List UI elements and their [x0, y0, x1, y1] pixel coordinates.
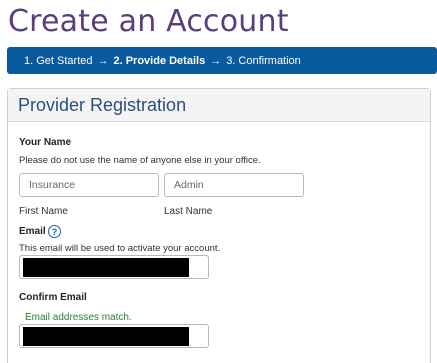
first-name-label: First Name [19, 206, 68, 217]
email-match-status: Email addresses match. [25, 312, 132, 323]
step-get-started: 1. Get Started [24, 54, 93, 67]
redacted-email [23, 258, 189, 277]
page-title: Create an Account [8, 4, 289, 39]
first-name-input[interactable] [19, 173, 159, 197]
redacted-confirm-email [23, 327, 189, 346]
your-name-help: Please do not use the name of anyone els… [19, 155, 261, 166]
confirm-email-label: Confirm Email [19, 292, 87, 303]
registration-panel: Provider Registration Your Name Please d… [7, 88, 431, 363]
step-arrow-icon: → [97, 54, 109, 67]
last-name-input[interactable] [164, 173, 304, 197]
panel-header: Provider Registration [8, 89, 430, 122]
step-provide-details: 2. Provide Details [113, 54, 206, 67]
email-input[interactable] [19, 255, 209, 279]
info-icon[interactable]: ? [48, 225, 61, 238]
confirm-email-input[interactable] [19, 324, 209, 348]
last-name-label: Last Name [164, 206, 213, 217]
email-help: This email will be used to activate your… [19, 243, 221, 254]
step-arrow-icon: → [210, 54, 222, 67]
email-label: Email [19, 226, 46, 237]
progress-steps: 1. Get Started → 2. Provide Details → 3.… [7, 47, 437, 74]
step-confirmation: 3. Confirmation [226, 54, 301, 67]
panel-title: Provider Registration [18, 94, 187, 115]
your-name-label: Your Name [19, 137, 72, 148]
